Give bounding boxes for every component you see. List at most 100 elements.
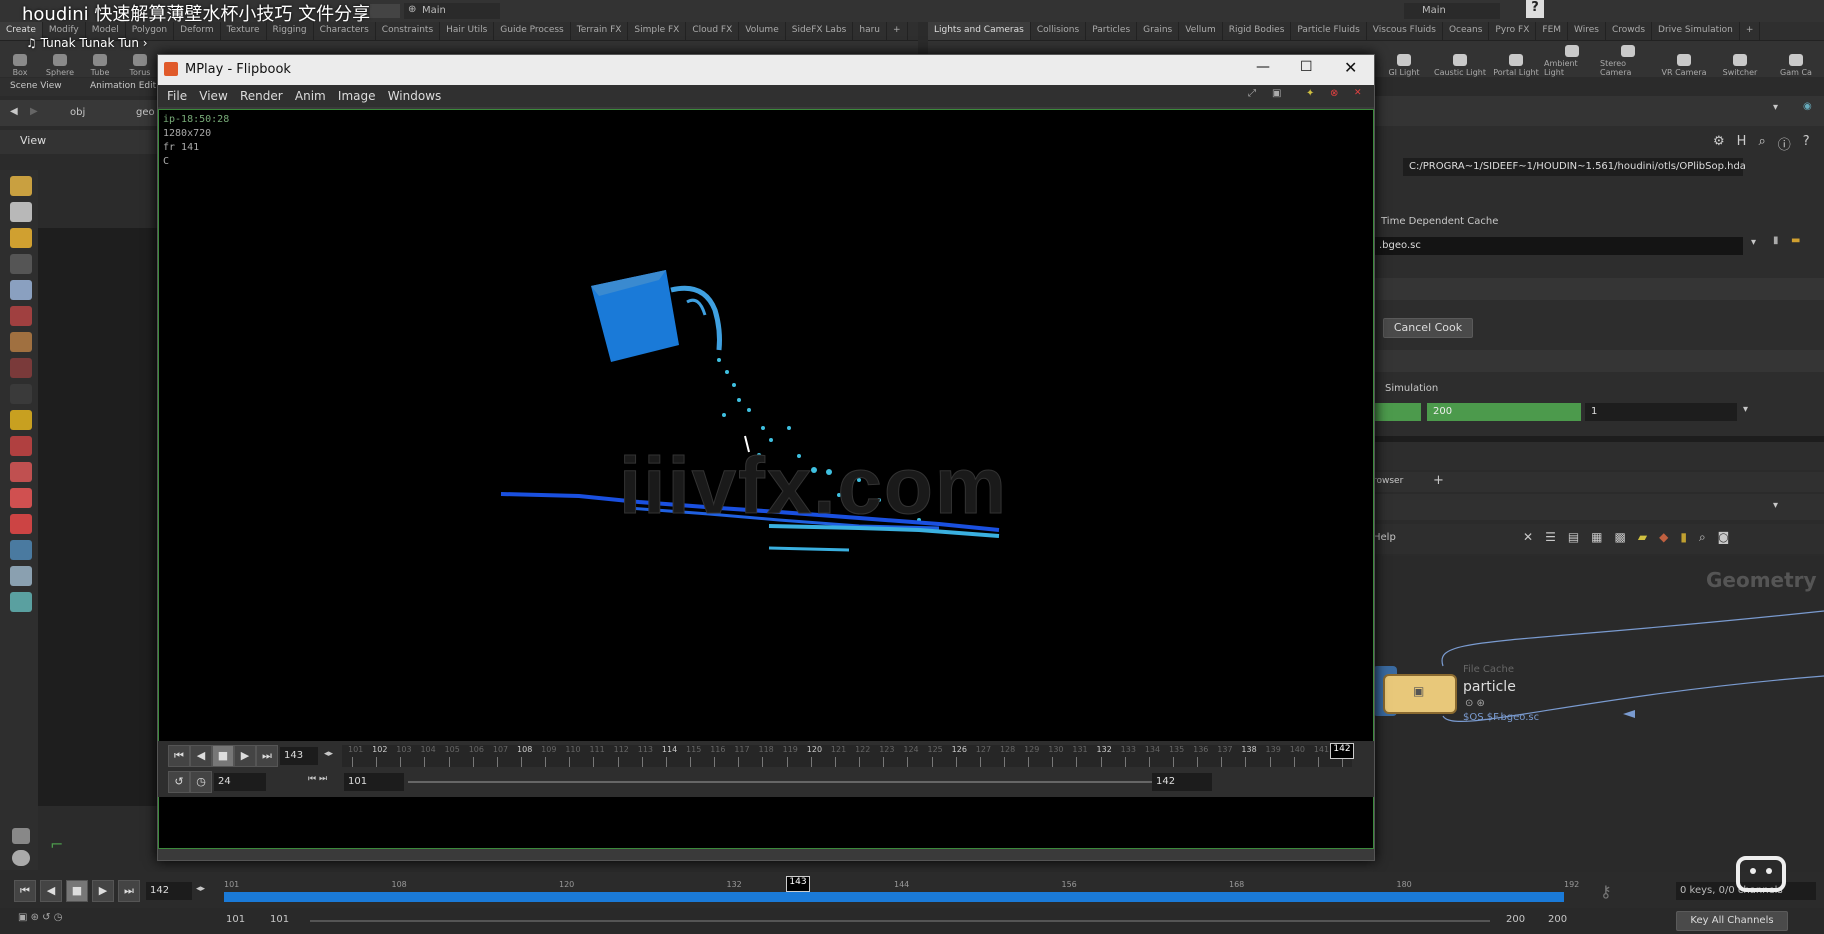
snap-icon[interactable] (10, 202, 32, 222)
shelf-tool-right-3[interactable]: Portal Light (1488, 41, 1544, 77)
shelf-tab-left-15[interactable]: SideFX Labs (786, 22, 854, 40)
range-slider[interactable] (408, 781, 1152, 783)
list-icon[interactable]: ☰ (1545, 530, 1556, 545)
maximize-icon[interactable]: ☐ (1300, 59, 1313, 75)
magnet-b-icon[interactable] (10, 488, 32, 508)
brush-icon[interactable] (10, 332, 32, 352)
shelf-tab-right-11[interactable]: Wires (1568, 22, 1606, 40)
grid-icon[interactable]: ▦ (1591, 530, 1602, 545)
menu-render[interactable]: Render (240, 85, 283, 107)
shelf-tab-right-8[interactable]: Oceans (1443, 22, 1490, 40)
warning-icon[interactable] (10, 410, 32, 430)
stop-render-icon[interactable]: ⊗ (1330, 88, 1338, 99)
file-chooser-icon[interactable]: ▮ (1773, 235, 1779, 246)
shelf-tab-right-6[interactable]: Particle Fluids (1291, 22, 1367, 40)
camera-icon[interactable]: ◙ (1718, 530, 1730, 545)
help-circle-icon[interactable]: ◉ (1803, 101, 1812, 112)
shelf-tool-right-7[interactable]: Switcher (1712, 41, 1768, 77)
cylinder-icon[interactable]: ▮ (1680, 530, 1687, 545)
loop-icon[interactable]: ↺ (168, 771, 190, 793)
magnet-c-icon[interactable] (10, 514, 32, 534)
main-stop-icon[interactable]: ■ (66, 880, 88, 902)
list-alt-icon[interactable]: ▤ (1568, 530, 1579, 545)
shelf-tab-left-9[interactable]: Hair Utils (440, 22, 495, 40)
fps-field[interactable]: 24 (214, 773, 266, 791)
gear-icon[interactable]: ⚙ (1713, 134, 1725, 153)
main-step-icons[interactable]: ◂▸ (196, 884, 205, 894)
range-start-b[interactable]: 101 (270, 914, 289, 925)
info-icon[interactable]: ⓘ (1778, 134, 1791, 153)
magnet-red-icon[interactable] (10, 462, 32, 482)
range-end-a[interactable]: 200 (1506, 914, 1525, 925)
realtime-icon[interactable]: ◷ (190, 771, 212, 793)
main-frame-field[interactable]: 142 (146, 882, 192, 900)
help-icon[interactable]: ? (1526, 0, 1544, 18)
ruler-icon[interactable] (10, 384, 32, 404)
magnet-icon[interactable] (10, 306, 32, 326)
camera-snap-icon[interactable] (10, 436, 32, 456)
tab-scene-view[interactable]: Scene View (10, 81, 62, 91)
shelf-tab-right-10[interactable]: FEM (1536, 22, 1569, 40)
shelf-tab-right-4[interactable]: Vellum (1179, 22, 1223, 40)
shelf-tab-right-9[interactable]: Pyro FX (1489, 22, 1537, 40)
shelf-tab-right-2[interactable]: Particles (1086, 22, 1138, 40)
dropdown-arrow-icon[interactable]: ▾ (1773, 102, 1778, 113)
otl-path-field[interactable]: C:/PROGRA~1/SIDEEF~1/HOUDIN~1.561/houdin… (1403, 158, 1746, 176)
help-circle-icon-2[interactable]: ? (1803, 134, 1810, 153)
scene-viewport[interactable] (38, 228, 158, 806)
scrollbar[interactable] (1373, 436, 1824, 442)
main-ruler[interactable]: 101 108 120 132 144 156 168 180 192 (224, 880, 1584, 904)
sim-start-field-a[interactable] (1373, 403, 1421, 421)
shelf-tab-left-4[interactable]: Deform (174, 22, 221, 40)
cube-icon[interactable] (10, 228, 32, 248)
shelf-tab-right-5[interactable]: Rigid Bodies (1223, 22, 1292, 40)
wrench-icon[interactable]: ✕ (1523, 530, 1533, 545)
shelf-tool-right-6[interactable]: VR Camera (1656, 41, 1712, 77)
range-icons[interactable]: ▣ ⊛ ↺ ◷ (18, 912, 62, 923)
shelf-tool-right-1[interactable]: GI Light (1376, 41, 1432, 77)
tools-icon[interactable] (12, 828, 30, 844)
main-step-back-icon[interactable]: ◀ (40, 880, 62, 902)
search-icon[interactable]: ⌕ (1699, 530, 1706, 545)
tab-browser[interactable]: rowser (1373, 476, 1403, 486)
palette-icon[interactable]: ◆ (1659, 530, 1668, 545)
zoom-icon[interactable]: ⌕ (1758, 134, 1765, 153)
main-go-end-icon[interactable]: ⏭ (118, 880, 140, 902)
dropdown-arrow-icon-3[interactable]: ▾ (1743, 404, 1748, 415)
menu-file[interactable]: File (167, 85, 187, 107)
desktop-dropdown-right[interactable]: Main (1404, 3, 1500, 19)
sticky-note-icon[interactable]: ▰ (1638, 530, 1647, 545)
go-end-icon[interactable]: ⏭ (256, 745, 278, 767)
sim-start-field[interactable]: 200 (1427, 403, 1581, 421)
dropdown-arrow-icon-4[interactable]: ▾ (1773, 500, 1778, 511)
add-tab-icon[interactable]: + (1433, 473, 1444, 488)
shelf-tab-left-12[interactable]: Simple FX (628, 22, 687, 40)
shelf-tab-right-add-icon[interactable]: + (1740, 22, 1761, 40)
shelf-tab-right-1[interactable]: Collisions (1031, 22, 1087, 40)
range-start-a[interactable]: 101 (226, 914, 245, 925)
back-arrow-icon[interactable]: ◀ (10, 106, 18, 117)
h-icon[interactable]: H (1737, 134, 1747, 153)
file-cache-node[interactable]: ▣ (1383, 674, 1457, 714)
range-start-icon[interactable]: ⏮ ⏭ (308, 774, 327, 784)
shelf-tab-right-7[interactable]: Viscous Fluids (1367, 22, 1443, 40)
folder-icon[interactable]: ▬ (1791, 235, 1800, 246)
main-range-slider[interactable] (310, 920, 1490, 922)
shelf-tab-left-11[interactable]: Terrain FX (571, 22, 629, 40)
fit-window-icon[interactable]: ⤢ (1248, 88, 1256, 99)
path-geo[interactable]: geo (136, 107, 155, 118)
range-end-b[interactable]: 200 (1548, 914, 1567, 925)
snapshot-icon[interactable]: ✦ (1306, 88, 1314, 99)
range-start-field[interactable]: 101 (344, 773, 404, 791)
shelf-tab-left-add-icon[interactable]: + (887, 22, 908, 40)
cancel-cook-button[interactable]: Cancel Cook (1383, 318, 1473, 338)
forward-arrow-icon[interactable]: ▶ (30, 106, 38, 117)
lamp-icon[interactable] (10, 176, 32, 196)
flipbook-ruler[interactable]: 101 102 103 104 105 106 107 108 109 110 111 112 113 1… (342, 745, 1353, 769)
shelf-tool-right-2[interactable]: Caustic Light (1432, 41, 1488, 77)
key-all-channels-button[interactable]: Key All Channels (1676, 911, 1788, 931)
shelf-tab-right-0[interactable]: Lights and Cameras (928, 22, 1031, 40)
frame-step-icons[interactable]: ◂▸ (324, 749, 333, 759)
file-field[interactable]: .bgeo.sc (1373, 237, 1743, 255)
shelf-tab-right-3[interactable]: Grains (1137, 22, 1180, 40)
